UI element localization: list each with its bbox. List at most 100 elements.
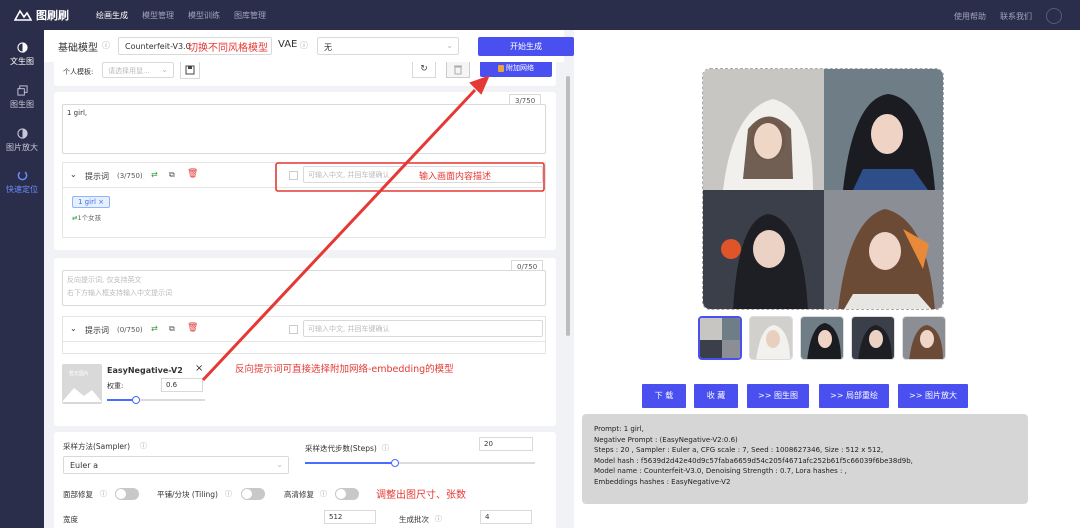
favorite-button[interactable]: 收 藏 xyxy=(694,384,738,408)
chevron-down-icon[interactable]: ⌄ xyxy=(70,170,77,179)
vae-select[interactable]: 无 ⌄ xyxy=(317,37,459,55)
negative-section-count: (0/750) xyxy=(117,326,143,334)
nav-model-train[interactable]: 模型训练 xyxy=(188,10,220,21)
sidebar-item-img2img[interactable]: 图生图 xyxy=(0,85,44,110)
negative-keyword-body xyxy=(62,342,546,354)
translate-icon[interactable]: ⇄ xyxy=(151,324,158,333)
negative-annotation: 反向提示词可直接选择附加网络-embedding的模型 xyxy=(235,364,454,375)
info-icon: ⓘ xyxy=(382,444,389,452)
delete-icon[interactable]: 🗑 xyxy=(187,323,198,333)
clear-button[interactable] xyxy=(446,62,470,78)
half-circle-icon xyxy=(16,42,28,53)
info-icon: ⓘ xyxy=(320,490,327,498)
top-right-links: 使用帮助 联系我们 xyxy=(954,8,1062,24)
download-button[interactable]: 下 载 xyxy=(642,384,686,408)
weight-input[interactable]: 0.6 xyxy=(161,378,203,392)
tiling-toggle[interactable] xyxy=(241,488,265,500)
left-scrollbar[interactable] xyxy=(566,76,570,336)
nav-gallery[interactable]: 图库管理 xyxy=(234,10,266,21)
base-model-value: Counterfeit-V3.0 xyxy=(125,42,191,51)
sampler-select[interactable]: Euler a ⌄ xyxy=(63,456,289,474)
steps-slider-handle[interactable] xyxy=(391,459,399,467)
info-line: Model hash : f5639d2d42e40d9c57faba6659d… xyxy=(594,456,913,465)
thumbnail-image xyxy=(700,318,740,358)
copy-icon[interactable]: ⧉ xyxy=(169,324,175,334)
positive-prompt-text: 1 girl, xyxy=(67,109,88,117)
to-inpaint-button[interactable]: >> 局部重绘 xyxy=(819,384,889,408)
logo-icon xyxy=(14,9,32,21)
negative-prompt-textarea[interactable]: 反向提示词, 仅支持英文 右下方输入框支持输入中文提示词 xyxy=(62,270,546,306)
generate-button[interactable]: 开始生成 xyxy=(478,37,574,56)
negative-cn-placeholder: 可输入中文, 并回车键确认 xyxy=(308,325,390,333)
attach-network-label: 附加网络 xyxy=(506,64,534,72)
thumbnail-grid[interactable] xyxy=(698,316,742,360)
refresh-icon: ↻ xyxy=(420,64,428,74)
avatar[interactable] xyxy=(1046,8,1062,24)
delete-icon[interactable]: 🗑 xyxy=(187,169,198,179)
no-image-label: 暂无图片 xyxy=(69,371,90,377)
nav-painting[interactable]: 绘画生成 xyxy=(96,10,128,21)
negative-cn-input[interactable]: 可输入中文, 并回车键确认 xyxy=(303,320,543,337)
sampler-label: 采样方法(Sampler) xyxy=(63,442,131,451)
info-line: Steps : 20 , Sampler : Euler a, CFG scal… xyxy=(594,446,884,454)
positive-prompt-textarea[interactable]: 1 girl, xyxy=(62,104,546,154)
generated-image xyxy=(703,69,943,309)
steps-input[interactable]: 20 xyxy=(479,437,533,451)
to-upscale-button[interactable]: >> 图片放大 xyxy=(898,384,968,408)
save-template-button[interactable] xyxy=(180,62,200,79)
hires-toggle[interactable] xyxy=(335,488,359,500)
positive-prompt-card: 3/750 1 girl, ⌄ 提示词 (3/750) ⇄ ⧉ 🗑 可输入中文,… xyxy=(54,92,556,250)
info-icon: ⓘ xyxy=(102,41,110,50)
save-icon xyxy=(185,65,195,75)
left-panel: 个人模板: 请选择用鼠... ⌄ ↻ 附加网络 3/750 1 girl, ⌄ … xyxy=(44,62,564,528)
sidebar-item-locate[interactable]: 快速定位 xyxy=(0,170,44,195)
chevron-down-icon: ⌄ xyxy=(446,41,453,50)
to-img2img-button[interactable]: >> 图生图 xyxy=(747,384,809,408)
sidebar-item-upscale[interactable]: 图片放大 xyxy=(0,128,44,153)
result-image-grid[interactable] xyxy=(702,68,944,310)
info-icon: ⓘ xyxy=(300,41,308,50)
width-input[interactable]: 512 xyxy=(324,510,376,524)
vae-label: VAE xyxy=(278,39,298,50)
hires-label: 高清修复 xyxy=(284,490,314,499)
sidebar-item-txt2img[interactable]: 文生图 xyxy=(0,42,44,67)
negative-checkbox[interactable] xyxy=(289,325,298,334)
help-link[interactable]: 使用帮助 xyxy=(954,11,986,22)
info-icon: ⓘ xyxy=(435,515,442,523)
template-select[interactable]: 请选择用鼠... ⌄ xyxy=(102,62,174,78)
steps-slider-fill xyxy=(305,462,395,464)
contact-link[interactable]: 联系我们 xyxy=(1000,11,1032,22)
weight-label: 权重: xyxy=(107,382,124,390)
thumbnail-3[interactable] xyxy=(851,316,895,360)
embedding-name: EasyNegative-V2 xyxy=(107,366,183,375)
attach-network-button[interactable]: 附加网络 xyxy=(480,62,552,77)
params-card: 采样方法(Sampler) ⓘ Euler a ⌄ 采样迭代步数(Steps) … xyxy=(54,432,556,528)
translate-icon[interactable]: ⇄ xyxy=(151,170,158,179)
thumbnail-4[interactable] xyxy=(902,316,946,360)
positive-checkbox[interactable] xyxy=(289,171,298,180)
sidebar-item-label: 图生图 xyxy=(10,100,34,109)
thumbnail-image xyxy=(801,317,843,359)
negative-placeholder-2: 右下方输入框支持输入中文提示词 xyxy=(67,289,172,297)
info-line: Prompt: 1 girl, xyxy=(594,425,644,433)
sidebar-item-label: 文生图 xyxy=(10,57,34,66)
info-line: Negative Prompt : (EasyNegative-V2:0.6) xyxy=(594,435,738,444)
sidebar-item-label: 图片放大 xyxy=(6,143,38,152)
batch-value: 4 xyxy=(485,513,490,521)
nav-model-manage[interactable]: 模型管理 xyxy=(142,10,174,21)
weight-slider-handle[interactable] xyxy=(132,396,140,404)
app-logo[interactable]: 图刷刷 xyxy=(14,7,69,23)
template-card: 个人模板: 请选择用鼠... ⌄ ↻ 附加网络 xyxy=(54,62,556,86)
face-fix-toggle[interactable] xyxy=(115,488,139,500)
batch-input[interactable]: 4 xyxy=(480,510,532,524)
refresh-button[interactable]: ↻ xyxy=(412,62,436,78)
thumbnail-1[interactable] xyxy=(749,316,793,360)
info-line: Embeddings hashes : EasyNegative-V2 xyxy=(594,477,731,486)
copy-icon[interactable]: ⧉ xyxy=(169,170,175,180)
chevron-down-icon[interactable]: ⌄ xyxy=(70,324,77,333)
close-icon[interactable]: × xyxy=(195,363,203,374)
positive-section-count: (3/750) xyxy=(117,172,143,180)
steps-label: 采样迭代步数(Steps) xyxy=(305,444,377,453)
thumbnail-2[interactable] xyxy=(800,316,844,360)
info-line: Model name : Counterfeit-V3.0, Denoising… xyxy=(594,467,847,475)
